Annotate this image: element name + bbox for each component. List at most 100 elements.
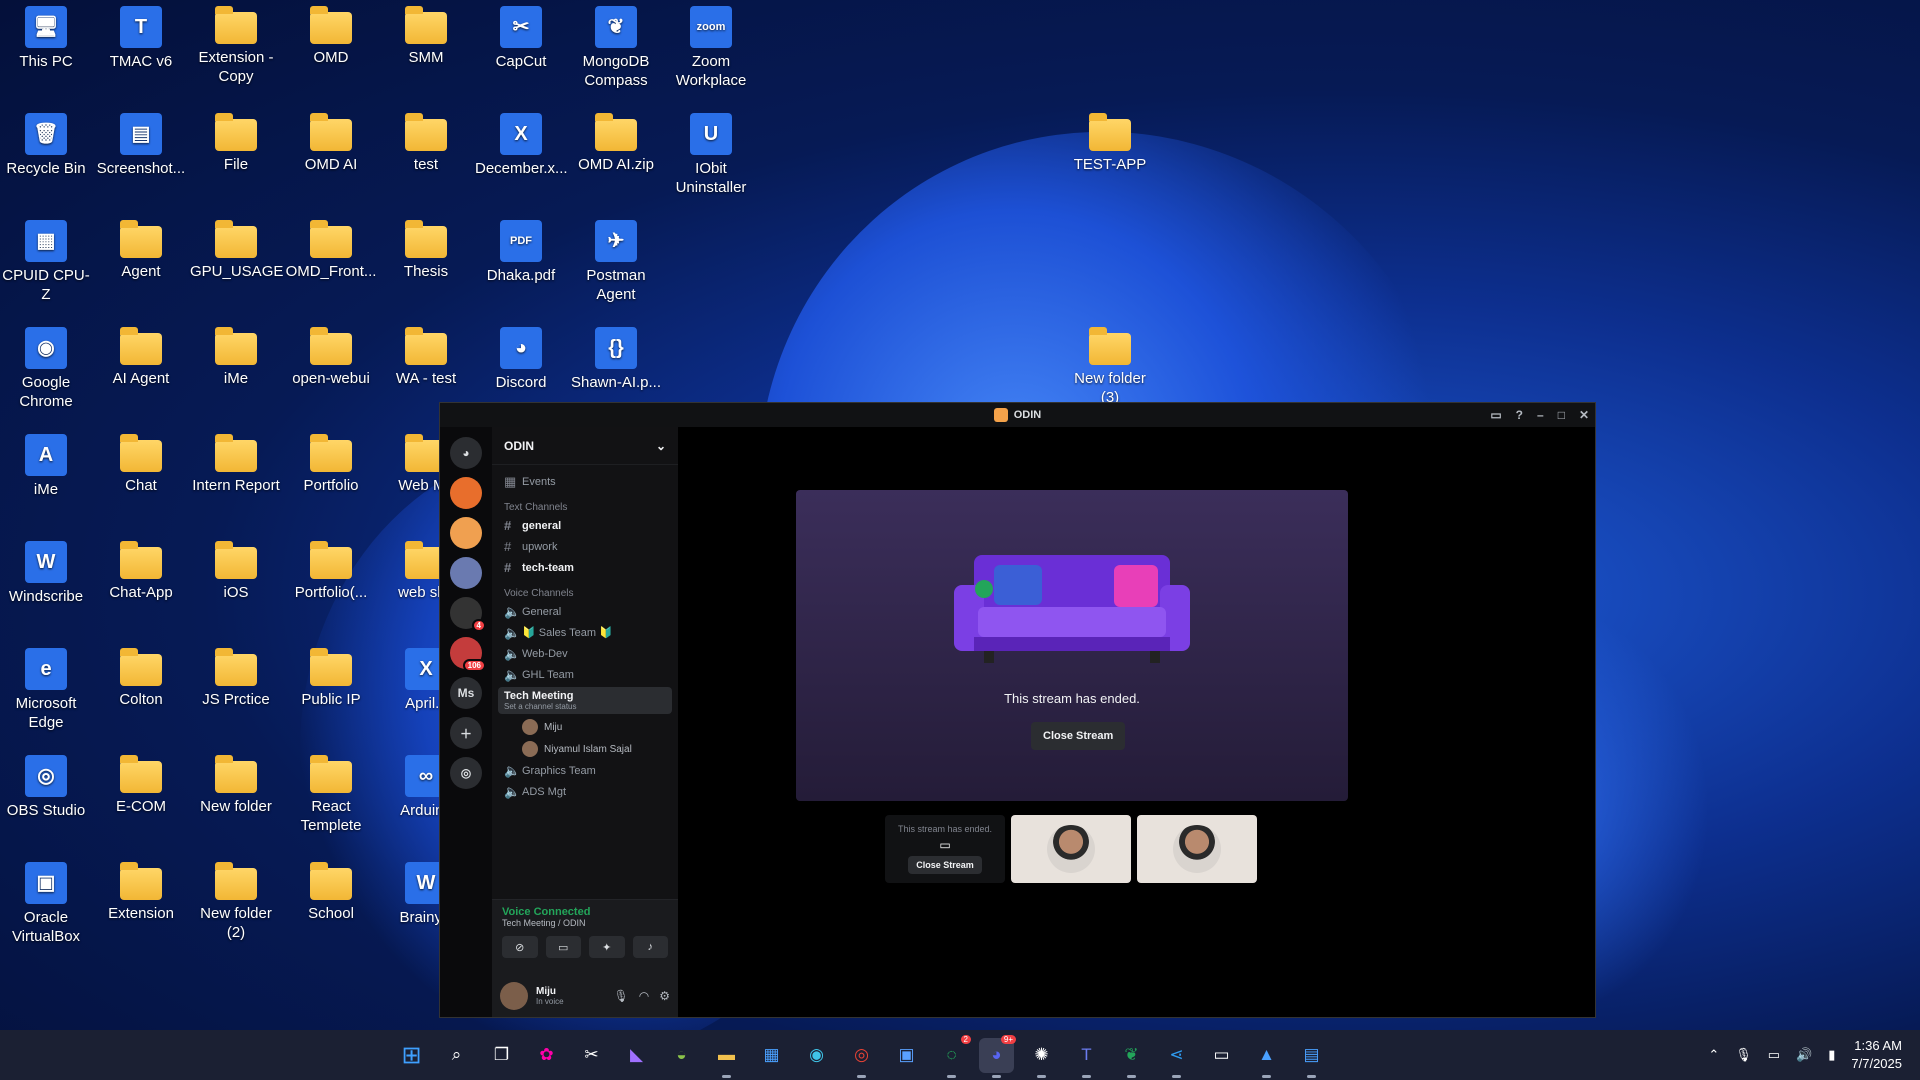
server-icon-ms[interactable]: Ms <box>450 677 482 709</box>
desktop-icon[interactable]: ◉ Google Chrome <box>0 321 92 411</box>
terminal-icon[interactable]: ▭ <box>1204 1038 1239 1073</box>
task-view-icon[interactable]: ❐ <box>484 1038 519 1073</box>
server-icon[interactable] <box>450 557 482 589</box>
desktop-icon[interactable]: ❦ MongoDB Compass <box>570 0 662 90</box>
soundboard-icon[interactable]: ♪ <box>632 936 668 958</box>
participant-tile[interactable] <box>1137 815 1257 883</box>
activity-icon[interactable]: ✦ <box>589 936 625 958</box>
desktop-icon[interactable]: ▣ Oracle VirtualBox <box>0 856 92 946</box>
discover-icon[interactable]: ◎ <box>450 757 482 789</box>
desktop-icon[interactable]: New folder <box>190 749 282 816</box>
desktop-icon[interactable]: AiMe <box>0 428 92 499</box>
channel-item[interactable]: 🔈 General <box>492 601 678 622</box>
desktop-icon[interactable]: OMD AI.zip <box>570 107 662 174</box>
desktop-icon[interactable]: ◎ OBS Studio <box>0 749 92 820</box>
desktop-icon[interactable]: U IObit Uninstaller <box>665 107 757 197</box>
desktop-icon[interactable]: W Windscribe <box>0 535 92 606</box>
close-button[interactable]: ✕ <box>1579 408 1589 422</box>
desktop-icon[interactable]: 🖥 This PC <box>0 0 92 71</box>
microphone-icon[interactable]: 🎙 <box>614 989 629 1003</box>
desktop-icon[interactable]: E-COM <box>95 749 187 816</box>
desktop-icon[interactable]: File <box>190 107 282 174</box>
server-header[interactable]: ODIN ⌄ <box>492 427 678 465</box>
gear-icon[interactable]: ⚙ <box>659 989 670 1003</box>
teams-icon[interactable]: T <box>1069 1038 1104 1078</box>
photos-icon[interactable]: ▲ <box>1249 1038 1284 1078</box>
events-item[interactable]: ▦ Events <box>492 471 678 492</box>
desktop-icon[interactable]: Portfolio(... <box>285 535 377 602</box>
active-voice-channel[interactable]: Tech Meeting Set a channel status <box>498 687 672 714</box>
desktop-icon[interactable]: GPU_USAGE <box>190 214 283 281</box>
desktop-icon[interactable]: TEST-APP <box>1064 107 1156 174</box>
server-icon[interactable]: 106 <box>450 637 486 672</box>
desktop-icon[interactable]: School <box>285 856 377 923</box>
visual-studio-icon[interactable]: ◣ <box>619 1038 654 1073</box>
channel-item[interactable]: # upwork <box>492 536 678 557</box>
desktop-icon[interactable]: 🗑 Recycle Bin <box>0 107 92 178</box>
headphones-icon[interactable]: ◠ <box>639 989 649 1003</box>
camera-off-icon[interactable]: ⊘ <box>502 936 538 958</box>
desktop-icon[interactable]: iMe <box>190 321 282 388</box>
desktop-icon[interactable]: zoom Zoom Workplace <box>665 0 757 90</box>
stream-thumbnail[interactable]: This stream has ended. ▭ Close Stream <box>885 815 1005 883</box>
clock[interactable]: 1:36 AM 7/7/2025 <box>1851 1037 1902 1073</box>
desktop-icon[interactable]: ▤ Screenshot... <box>95 107 187 178</box>
desktop-icon[interactable]: Intern Report <box>190 428 282 495</box>
microphone-icon[interactable]: 🎙 <box>1735 1047 1752 1063</box>
desktop-icon[interactable]: React Templete <box>285 749 377 835</box>
inbox-icon[interactable]: ▭ <box>1490 408 1501 422</box>
discord-home-icon[interactable]: ◕ <box>450 437 482 469</box>
server-icon[interactable] <box>450 477 482 509</box>
desktop-icon[interactable]: open-webui <box>285 321 377 388</box>
voice-channels-category[interactable]: Voice Channels <box>492 578 678 601</box>
desktop-icon[interactable]: ✈ Postman Agent <box>570 214 662 304</box>
channel-item[interactable]: 🔈 Web-Dev <box>492 643 678 664</box>
desktop-icon[interactable]: Chat <box>95 428 187 495</box>
server-icon[interactable]: 4 <box>450 597 486 632</box>
desktop-icon[interactable]: {} Shawn-AI.p... <box>570 321 662 392</box>
voice-member[interactable]: Niyamul Islam Sajal <box>492 738 678 760</box>
desktop-icon[interactable]: ▦ CPUID CPU-Z <box>0 214 92 304</box>
battery-icon[interactable]: ▮ <box>1828 1047 1835 1063</box>
mongodb-icon[interactable]: ❦ <box>1114 1038 1149 1078</box>
desktop-icon[interactable]: Extension <box>95 856 187 923</box>
desktop-icon[interactable]: Thesis <box>380 214 472 281</box>
desktop-icon[interactable]: iOS <box>190 535 282 602</box>
whatsapp-icon[interactable]: ◌ 2 <box>934 1034 971 1078</box>
desktop-icon[interactable]: Portfolio <box>285 428 377 495</box>
desktop-icon[interactable]: ✂ CapCut <box>475 0 567 71</box>
start-icon[interactable]: ⊞ <box>394 1038 429 1073</box>
desktop-icon[interactable]: test <box>380 107 472 174</box>
network-icon[interactable]: ▭ <box>1768 1047 1780 1063</box>
chevron-up-icon[interactable]: ⌃ <box>1708 1047 1719 1063</box>
edge-icon[interactable]: ◉ <box>799 1038 834 1073</box>
discord-icon[interactable]: ◕ 9+ <box>979 1034 1016 1078</box>
maximize-button[interactable]: □ <box>1558 408 1565 422</box>
desktop-icon[interactable]: X December.x... <box>475 107 568 178</box>
chrome-icon[interactable]: ◎ <box>844 1038 879 1078</box>
desktop-icon[interactable]: Extension - Copy <box>190 0 282 86</box>
desktop-icon[interactable]: OMD AI <box>285 107 377 174</box>
remote-desktop-icon[interactable]: ▣ <box>889 1038 924 1073</box>
desktop-icon[interactable]: OMD_Front... <box>285 214 377 281</box>
desktop-icon[interactable]: ◕ Discord <box>475 321 567 392</box>
volume-icon[interactable]: 🔊 <box>1796 1047 1812 1063</box>
add-server-icon[interactable]: ＋ <box>450 717 482 749</box>
channel-item[interactable]: # general <box>492 515 678 536</box>
channel-item[interactable]: 🔈 Graphics Team <box>492 760 678 781</box>
chameleon-icon[interactable]: ◒ <box>664 1038 699 1073</box>
desktop-icon[interactable]: T TMAC v6 <box>95 0 187 71</box>
desktop-icon[interactable]: SMM <box>380 0 472 67</box>
desktop-icon[interactable]: Agent <box>95 214 187 281</box>
thumb-close-stream-button[interactable]: Close Stream <box>908 856 982 874</box>
channel-item[interactable]: 🔈 GHL Team <box>492 664 678 685</box>
microsoft-store-icon[interactable]: ▦ <box>754 1038 789 1073</box>
channel-item[interactable]: # tech-team <box>492 557 678 578</box>
desktop-icon[interactable]: PDF Dhaka.pdf <box>475 214 567 285</box>
copilot-icon[interactable]: ✿ <box>529 1038 564 1073</box>
text-channels-category[interactable]: Text Channels <box>492 492 678 515</box>
desktop-icon[interactable]: Chat-App <box>95 535 187 602</box>
minimize-button[interactable]: – <box>1537 408 1544 422</box>
voice-member[interactable]: Miju <box>492 716 678 738</box>
desktop-icon[interactable]: e Microsoft Edge <box>0 642 92 732</box>
